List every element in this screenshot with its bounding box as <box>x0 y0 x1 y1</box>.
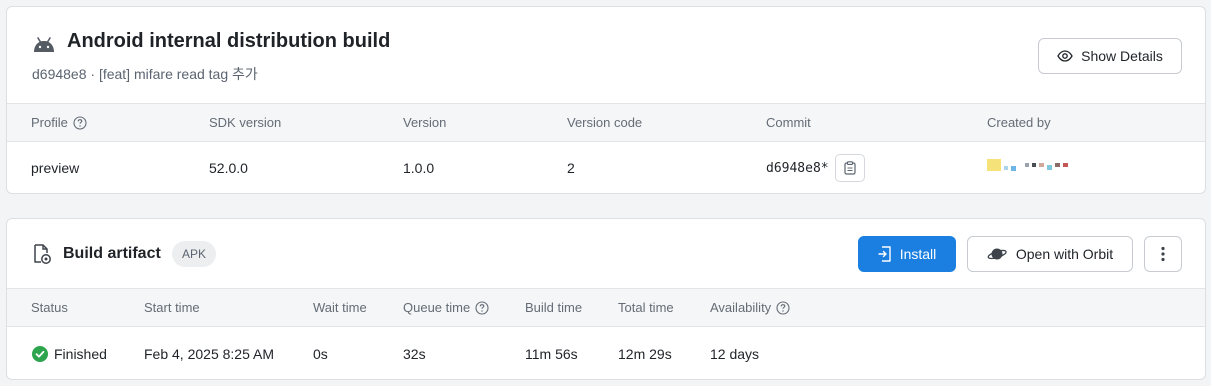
show-details-button[interactable]: Show Details <box>1038 38 1182 74</box>
page-title: Android internal distribution build <box>67 30 391 52</box>
col-created-by: Created by <box>987 115 1051 130</box>
help-icon[interactable] <box>73 115 87 130</box>
artifact-type-badge: APK <box>172 241 217 267</box>
cell-availability: 12 days <box>710 346 760 362</box>
col-commit: Commit <box>766 115 811 130</box>
android-icon <box>34 37 54 52</box>
cell-total-time: 12m 29s <box>618 346 672 362</box>
col-sdk-version: SDK version <box>209 115 282 130</box>
build-summary-card: Android internal distribution build d694… <box>6 6 1206 194</box>
commit-subtitle: d6948e8 · [feat] mifare read tag 추가 <box>32 66 258 82</box>
status-label: Finished <box>54 346 107 362</box>
copy-commit-button[interactable] <box>834 154 865 182</box>
col-profile-label: Profile <box>31 115 68 130</box>
artifact-header: Build artifact APK Install Open with Orb… <box>7 219 1205 288</box>
file-settings-icon <box>34 244 51 264</box>
kebab-menu-icon <box>1161 246 1165 262</box>
col-queue-time-label: Queue time <box>403 300 471 315</box>
orbit-planet-icon <box>987 248 1007 260</box>
col-start-time: Start time <box>144 300 200 315</box>
show-details-label: Show Details <box>1081 48 1163 64</box>
cell-sdk-version: 52.0.0 <box>209 160 248 176</box>
cell-version-code: 2 <box>567 160 575 176</box>
install-button[interactable]: Install <box>858 236 956 272</box>
cell-commit: d6948e8* <box>766 142 865 193</box>
col-status: Status <box>31 300 68 315</box>
cell-wait-time: 0s <box>313 346 328 362</box>
build-header: Android internal distribution build d694… <box>7 7 1205 103</box>
col-availability-label: Availability <box>710 300 772 315</box>
col-build-time: Build time <box>525 300 583 315</box>
install-label: Install <box>899 246 937 262</box>
redacted-user <box>987 159 1068 171</box>
cell-status: Finished <box>32 327 107 379</box>
orbit-label: Open with Orbit <box>1015 246 1114 262</box>
col-wait-time: Wait time <box>313 300 367 315</box>
eye-icon <box>1057 50 1073 62</box>
cell-build-time: 11m 56s <box>525 346 578 362</box>
artifact-table-header: Status Start time Wait time Queue time B… <box>7 288 1205 327</box>
build-table-header: Profile SDK version Version Version code… <box>7 103 1205 142</box>
created-by-avatar[interactable] <box>987 155 1068 175</box>
cell-start-time: Feb 4, 2025 8:25 AM <box>144 346 274 362</box>
build-artifact-card: Build artifact APK Install Open with Orb… <box>6 218 1206 380</box>
cell-profile: preview <box>31 160 80 176</box>
commit-hash-link[interactable]: d6948e8* <box>766 161 829 176</box>
col-version: Version <box>403 115 447 130</box>
col-availability: Availability <box>710 289 790 326</box>
install-icon <box>878 246 891 262</box>
artifact-title: Build artifact <box>63 245 161 262</box>
cell-queue-time: 32s <box>403 346 426 362</box>
check-circle-icon <box>32 346 48 362</box>
open-with-orbit-button[interactable]: Open with Orbit <box>967 236 1133 272</box>
cell-version: 1.0.0 <box>403 160 435 176</box>
col-queue-time: Queue time <box>403 289 489 326</box>
col-version-code: Version code <box>567 115 643 130</box>
more-options-button[interactable] <box>1144 236 1182 272</box>
help-icon[interactable] <box>475 300 489 315</box>
clipboard-icon <box>844 161 856 175</box>
col-total-time: Total time <box>618 300 674 315</box>
col-profile: Profile <box>31 104 87 141</box>
help-icon[interactable] <box>776 300 790 315</box>
